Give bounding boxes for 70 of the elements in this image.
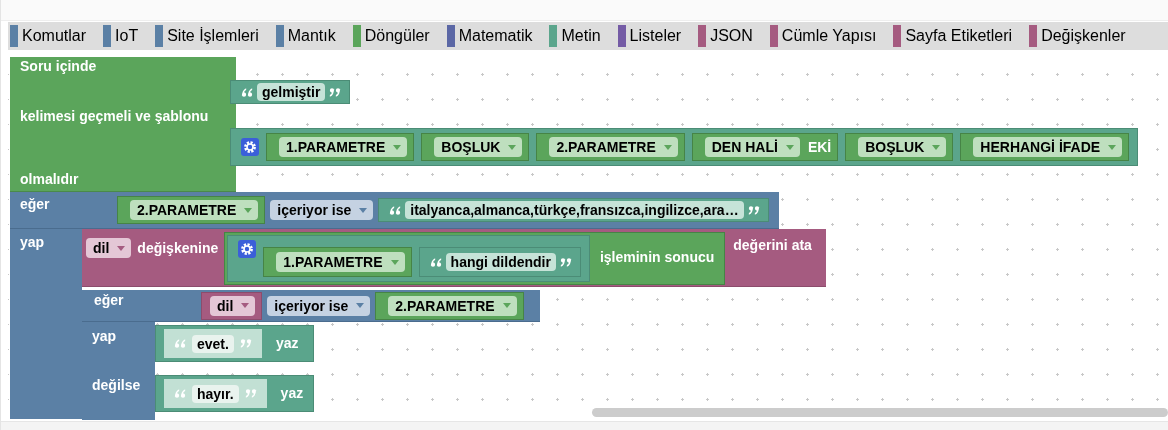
toolbox-category[interactable]: Sayfa Etiketleri (893, 22, 1013, 50)
quote-icon (559, 256, 572, 268)
dropdown-field[interactable]: içeriyor ise (270, 200, 374, 220)
block-label: eğer (19, 196, 51, 213)
toolbox-category[interactable]: Listeler (617, 22, 682, 50)
caret-icon (1108, 144, 1117, 150)
block-label: olmalıdır (20, 171, 80, 188)
quote-icon (389, 204, 402, 216)
dropdown-field[interactable]: içeriyor ise (267, 295, 371, 316)
toolbox-category[interactable]: IoT (103, 22, 139, 50)
dropdown-field[interactable]: HERHANGİ İFADE (973, 137, 1123, 157)
block-label: eğer (93, 292, 125, 309)
block-label: yaz (275, 335, 299, 352)
toolbox-category[interactable]: Komutlar (10, 22, 87, 50)
caret-icon (502, 303, 511, 308)
dropdown-field[interactable]: dil (210, 295, 256, 316)
quote-icon (174, 388, 186, 399)
dropdown-field[interactable]: 1.PARAMETRE (279, 137, 408, 157)
caret-icon (932, 144, 941, 150)
toolbox-category[interactable]: Metin (549, 22, 601, 50)
scrollbar[interactable] (592, 408, 1168, 417)
caret-icon (244, 207, 253, 213)
dropdown-field[interactable]: 2.PARAMETRE (388, 295, 517, 316)
quote-icon (241, 86, 253, 98)
gear-icon[interactable] (238, 240, 257, 258)
block-label: işleminin sonucu (599, 249, 715, 266)
caret-icon (359, 207, 368, 213)
toolbox-category[interactable]: Değişkenler (1029, 22, 1126, 50)
toolbox-category[interactable]: Cümle Yapısı (769, 22, 877, 50)
quote-icon (429, 256, 442, 268)
dropdown-field[interactable]: 2.PARAMETRE (549, 137, 678, 157)
caret-icon (785, 144, 794, 150)
toolbox-category[interactable]: Matematik (446, 22, 533, 50)
text-field[interactable]: evet. (192, 334, 234, 353)
toolbox-category[interactable]: Site İşlemleri (155, 22, 259, 50)
block-label: değişkenine (137, 240, 219, 257)
quote-icon (244, 388, 257, 399)
toolbox-category[interactable]: Döngüler (352, 22, 430, 50)
quote-icon (329, 86, 342, 98)
text-field[interactable]: gelmiştir (257, 83, 326, 101)
dropdown-field[interactable]: BOŞLUK (434, 137, 523, 157)
caret-icon (356, 303, 365, 308)
dropdown-field[interactable]: 1.PARAMETRE (276, 252, 405, 272)
caret-icon (241, 303, 250, 308)
quote-icon (747, 204, 760, 216)
block-label: yaz (280, 385, 304, 402)
block-label: yap (92, 328, 117, 345)
block-label: Soru içinde (20, 58, 98, 75)
caret-icon (117, 245, 126, 251)
quote-icon (239, 338, 252, 349)
dropdown-field[interactable]: dil (86, 238, 132, 258)
text-field[interactable]: hayır. (192, 384, 239, 403)
caret-icon (390, 259, 399, 265)
dropdown-field[interactable]: BOŞLUK (858, 137, 947, 157)
caret-icon (663, 144, 672, 150)
caret-icon (508, 144, 517, 150)
text-field[interactable]: italyanca,almanca,türkçe,fransızca,ingilizce,ara… (405, 201, 744, 219)
toolbox-category[interactable]: JSON (698, 22, 753, 50)
block-label: değerini ata (733, 237, 812, 254)
gear-icon[interactable] (241, 138, 259, 156)
block-label: yap (20, 234, 45, 250)
dropdown-field[interactable]: 2.PARAMETRE (130, 200, 259, 220)
caret-icon (393, 144, 402, 150)
text-field[interactable]: hangi dildendir (445, 253, 556, 271)
block-label: EKİ (807, 138, 832, 156)
block-label: kelimesi geçmeli ve şablonu (20, 107, 210, 125)
dropdown-field[interactable]: DEN HALİ (704, 137, 800, 157)
quote-icon (174, 338, 186, 349)
toolbox-category[interactable]: Mantık (275, 22, 336, 50)
block-label: değilse (92, 377, 141, 394)
